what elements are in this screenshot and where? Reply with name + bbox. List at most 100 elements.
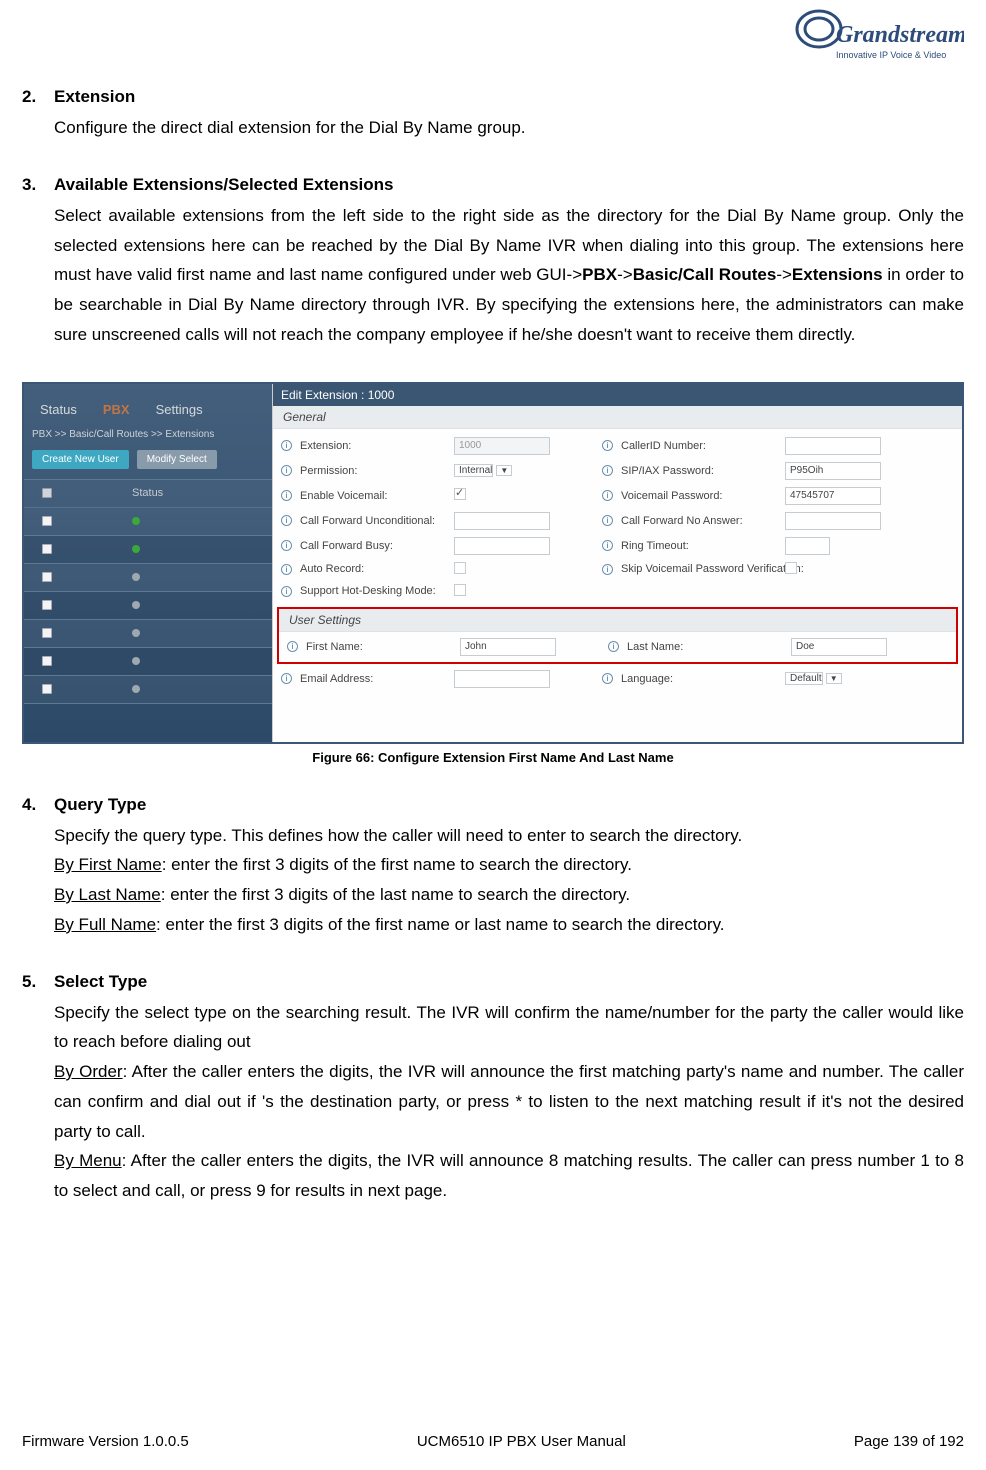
table-row[interactable] bbox=[24, 620, 272, 648]
create-new-user-button[interactable]: Create New User bbox=[32, 450, 129, 469]
select-all-checkbox[interactable] bbox=[42, 488, 52, 498]
row-checkbox[interactable] bbox=[42, 572, 52, 582]
label-callerid: CallerID Number: bbox=[621, 440, 781, 452]
info-icon[interactable]: i bbox=[602, 540, 613, 551]
section-5-num: 5. bbox=[22, 972, 54, 998]
label-ring-timeout: Ring Timeout: bbox=[621, 540, 781, 552]
table-row[interactable] bbox=[24, 536, 272, 564]
column-header-status: Status bbox=[132, 487, 163, 499]
auto-record-checkbox[interactable] bbox=[454, 562, 466, 574]
info-icon[interactable]: i bbox=[602, 440, 613, 451]
table-header-row: Status bbox=[24, 480, 272, 508]
section-4-num: 4. bbox=[22, 795, 54, 821]
info-icon[interactable]: i bbox=[602, 564, 613, 575]
email-input[interactable] bbox=[454, 670, 550, 688]
info-icon[interactable]: i bbox=[281, 564, 292, 575]
info-icon[interactable]: i bbox=[287, 641, 298, 652]
info-icon[interactable]: i bbox=[281, 586, 292, 597]
section-4-title: Query Type bbox=[54, 795, 146, 815]
status-dot-icon bbox=[132, 545, 140, 553]
first-name-input[interactable]: John bbox=[460, 638, 556, 656]
modify-select-button[interactable]: Modify Select bbox=[137, 450, 217, 469]
table-row[interactable] bbox=[24, 564, 272, 592]
section-header-general: General bbox=[273, 406, 962, 429]
section-5-body: Specify the select type on the searching… bbox=[54, 998, 964, 1206]
language-select[interactable]: Default bbox=[785, 672, 823, 685]
footer-title: UCM6510 IP PBX User Manual bbox=[417, 1433, 626, 1450]
permission-select[interactable]: Internal bbox=[454, 464, 493, 477]
nav-tab-status[interactable]: Status bbox=[40, 402, 77, 417]
voicemail-password-input[interactable]: 47545707 bbox=[785, 487, 881, 505]
table-row[interactable] bbox=[24, 676, 272, 704]
label-hotdesk: Support Hot-Desking Mode: bbox=[300, 585, 450, 597]
info-icon[interactable]: i bbox=[602, 490, 613, 501]
section-2-num: 2. bbox=[22, 87, 54, 113]
label-cfu: Call Forward Unconditional: bbox=[300, 515, 450, 527]
ring-timeout-input[interactable] bbox=[785, 537, 830, 555]
row-checkbox[interactable] bbox=[42, 544, 52, 554]
row-checkbox[interactable] bbox=[42, 656, 52, 666]
callerid-input[interactable] bbox=[785, 437, 881, 455]
table-row[interactable] bbox=[24, 508, 272, 536]
footer-page: Page 139 of 192 bbox=[854, 1433, 964, 1450]
logo-text: Grandstream bbox=[836, 22, 964, 48]
info-icon[interactable]: i bbox=[608, 641, 619, 652]
status-dot-icon bbox=[132, 601, 140, 609]
brand-logo: Grandstream Innovative IP Voice & Video bbox=[784, 2, 964, 70]
chevron-down-icon[interactable]: ▼ bbox=[496, 465, 512, 476]
highlight-user-settings: User Settings i First Name: John i Last … bbox=[277, 607, 958, 664]
label-language: Language: bbox=[621, 673, 781, 685]
skip-vm-checkbox[interactable] bbox=[785, 562, 797, 574]
cfu-input[interactable] bbox=[454, 512, 550, 530]
label-auto-record: Auto Record: bbox=[300, 563, 450, 575]
section-4-body: Specify the query type. This defines how… bbox=[54, 821, 964, 940]
status-dot-icon bbox=[132, 517, 140, 525]
table-row[interactable] bbox=[24, 592, 272, 620]
section-3-body: Select available extensions from the lef… bbox=[54, 201, 964, 350]
row-checkbox[interactable] bbox=[42, 516, 52, 526]
figure-66-screenshot: Status PBX Settings PBX >> Basic/Call Ro… bbox=[22, 382, 964, 744]
section-5-title: Select Type bbox=[54, 972, 147, 992]
status-dot-icon bbox=[132, 573, 140, 581]
info-icon[interactable]: i bbox=[281, 673, 292, 684]
label-sip-password: SIP/IAX Password: bbox=[621, 465, 781, 477]
footer-firmware: Firmware Version 1.0.0.5 bbox=[22, 1433, 189, 1450]
label-extension: Extension: bbox=[300, 440, 450, 452]
info-icon[interactable]: i bbox=[281, 540, 292, 551]
info-icon[interactable]: i bbox=[281, 515, 292, 526]
table-row[interactable] bbox=[24, 648, 272, 676]
logo-tagline: Innovative IP Voice & Video bbox=[836, 50, 946, 60]
status-dot-icon bbox=[132, 657, 140, 665]
section-2-title: Extension bbox=[54, 87, 135, 107]
status-dot-icon bbox=[132, 685, 140, 693]
info-icon[interactable]: i bbox=[602, 673, 613, 684]
info-icon[interactable]: i bbox=[281, 465, 292, 476]
extension-input[interactable]: 1000 bbox=[454, 437, 550, 455]
info-icon[interactable]: i bbox=[602, 515, 613, 526]
last-name-input[interactable]: Doe bbox=[791, 638, 887, 656]
cfb-input[interactable] bbox=[454, 537, 550, 555]
enable-voicemail-checkbox[interactable] bbox=[454, 488, 466, 500]
nav-tab-pbx[interactable]: PBX bbox=[103, 402, 130, 417]
cfna-input[interactable] bbox=[785, 512, 881, 530]
row-checkbox[interactable] bbox=[42, 628, 52, 638]
info-icon[interactable]: i bbox=[281, 490, 292, 501]
info-icon[interactable]: i bbox=[281, 440, 292, 451]
status-dot-icon bbox=[132, 629, 140, 637]
label-permission: Permission: bbox=[300, 465, 450, 477]
breadcrumb: PBX >> Basic/Call Routes >> Extensions bbox=[24, 417, 272, 444]
section-header-user-settings: User Settings bbox=[279, 609, 956, 632]
nav-tab-settings[interactable]: Settings bbox=[156, 402, 203, 417]
sip-password-input[interactable]: P95Oih bbox=[785, 462, 881, 480]
row-checkbox[interactable] bbox=[42, 684, 52, 694]
label-cfb: Call Forward Busy: bbox=[300, 540, 450, 552]
section-3-title: Available Extensions/Selected Extensions bbox=[54, 175, 394, 195]
label-voicemail-password: Voicemail Password: bbox=[621, 490, 781, 502]
info-icon[interactable]: i bbox=[602, 465, 613, 476]
row-checkbox[interactable] bbox=[42, 600, 52, 610]
chevron-down-icon[interactable]: ▼ bbox=[826, 673, 842, 684]
label-skip-vm-pwd: Skip Voicemail Password Verification: bbox=[621, 563, 781, 575]
label-enable-voicemail: Enable Voicemail: bbox=[300, 490, 450, 502]
hotdesk-checkbox[interactable] bbox=[454, 584, 466, 596]
section-2-body: Configure the direct dial extension for … bbox=[54, 113, 964, 143]
